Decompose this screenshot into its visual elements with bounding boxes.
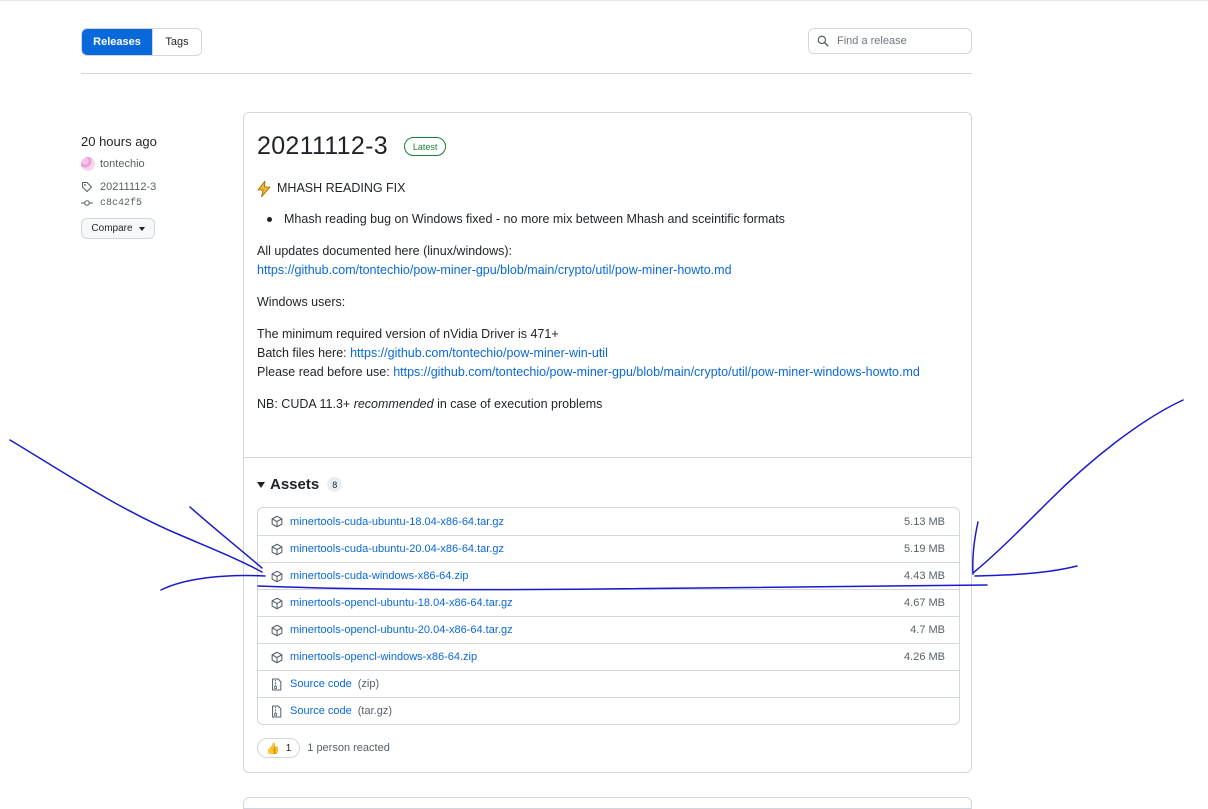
tag-row[interactable]: 20211112-3 bbox=[81, 180, 231, 194]
read-link[interactable]: https://github.com/tontechio/pow-miner-g… bbox=[393, 365, 920, 379]
release-card: 20211112-3 Latest MHASH READING FIX Mhas… bbox=[243, 112, 972, 773]
windows-paragraph: The minimum required version of nVidia D… bbox=[257, 325, 957, 382]
annotation-right-arrow-head-top bbox=[972, 521, 979, 575]
release-notes: MHASH READING FIX Mhash reading bug on W… bbox=[257, 179, 957, 414]
package-icon bbox=[271, 543, 283, 555]
batch-prefix: Batch files here: bbox=[257, 346, 351, 360]
nb-prefix: NB: CUDA 11.3+ bbox=[257, 397, 354, 411]
batch-link[interactable]: https://github.com/tontechio/pow-miner-w… bbox=[350, 346, 608, 360]
compare-button[interactable]: Compare bbox=[81, 218, 155, 239]
tag-name[interactable]: 20211112-3 bbox=[100, 181, 156, 193]
release-header: 20211112-3 Latest bbox=[257, 132, 447, 161]
asset-size: 4.67 MB bbox=[904, 597, 945, 609]
commit-icon bbox=[81, 200, 93, 206]
asset-row[interactable]: minertools-cuda-ubuntu-20.04-x86-64.tar.… bbox=[258, 535, 959, 562]
asset-size: 4.7 MB bbox=[910, 624, 945, 636]
reactions: 👍 1 1 person reacted bbox=[257, 738, 390, 758]
source-name[interactable]: Source code bbox=[290, 678, 352, 690]
nb-paragraph: NB: CUDA 11.3+ recommended in case of ex… bbox=[257, 395, 957, 414]
asset-name[interactable]: minertools-cuda-windows-x86-64.zip bbox=[290, 570, 469, 582]
asset-size: 5.13 MB bbox=[904, 515, 945, 528]
annotation-right-arrow-head-bottom bbox=[974, 565, 1078, 577]
asset-name[interactable]: minertools-cuda-ubuntu-18.04-x86-64.tar.… bbox=[290, 516, 504, 528]
source-type: (zip) bbox=[357, 678, 380, 690]
release-title[interactable]: 20211112-3 bbox=[257, 132, 388, 161]
latest-badge: Latest bbox=[403, 137, 447, 156]
package-icon bbox=[271, 570, 283, 582]
assets-list: minertools-cuda-ubuntu-18.04-x86-64.tar.… bbox=[257, 507, 960, 725]
source-type: (tar.gz) bbox=[357, 705, 392, 717]
assets-toggle[interactable]: Assets 8 bbox=[257, 476, 343, 493]
updates-text: All updates documented here (linux/windo… bbox=[257, 244, 512, 258]
file-zip-icon bbox=[272, 677, 282, 691]
asset-row[interactable]: minertools-opencl-windows-x86-64.zip 4.2… bbox=[258, 643, 959, 670]
windows-users-text: Windows users: bbox=[257, 295, 346, 309]
reaction-button[interactable]: 👍 1 bbox=[257, 738, 301, 758]
commit-hash[interactable]: c8c42f5 bbox=[100, 198, 142, 209]
assets-title: Assets bbox=[270, 476, 320, 493]
asset-size: 4.26 MB bbox=[904, 651, 945, 663]
release-meta: 20 hours ago tontechio 20211112-3 c8c42f… bbox=[81, 134, 231, 239]
asset-row[interactable]: minertools-opencl-ubuntu-20.04-x86-64.ta… bbox=[258, 616, 959, 643]
next-release-card bbox=[243, 797, 972, 809]
bullet-dot bbox=[267, 217, 272, 222]
assets-divider bbox=[244, 457, 971, 458]
asset-size: 4.43 MB bbox=[904, 570, 945, 582]
source-row[interactable]: Source code (tar.gz) bbox=[258, 697, 959, 724]
releases-tags-toggle: Releases Tags bbox=[81, 28, 202, 56]
bullet-text: Mhash reading bug on Windows fixed - no … bbox=[284, 212, 785, 226]
search-input[interactable] bbox=[835, 34, 959, 48]
nb-emphasis: recommended bbox=[353, 397, 434, 411]
releases-tab[interactable]: Releases bbox=[82, 29, 152, 55]
asset-row[interactable]: minertools-cuda-windows-x86-64.zip 4.43 … bbox=[258, 562, 959, 589]
asset-row[interactable]: minertools-cuda-ubuntu-18.04-x86-64.tar.… bbox=[258, 508, 959, 535]
commit-row[interactable]: c8c42f5 bbox=[81, 196, 231, 210]
fix-heading-row: MHASH READING FIX bbox=[257, 179, 957, 198]
reaction-summary: 1 person reacted bbox=[307, 742, 390, 754]
asset-name[interactable]: minertools-cuda-ubuntu-20.04-x86-64.tar.… bbox=[290, 543, 504, 555]
source-row[interactable]: Source code (zip) bbox=[258, 670, 959, 697]
chevron-down-icon bbox=[138, 226, 145, 231]
asset-name[interactable]: minertools-opencl-ubuntu-20.04-x86-64.ta… bbox=[290, 624, 513, 636]
bullet-item: Mhash reading bug on Windows fixed - no … bbox=[267, 210, 957, 229]
fix-heading: MHASH READING FIX bbox=[277, 181, 406, 195]
zap-icon bbox=[257, 180, 271, 197]
annotation-left-arrow-shaft bbox=[9, 439, 263, 573]
release-search[interactable] bbox=[808, 28, 972, 54]
triangle-down-icon bbox=[257, 481, 265, 488]
avatar bbox=[81, 157, 95, 171]
top-border bbox=[0, 0, 1208, 1]
asset-row[interactable]: minertools-opencl-ubuntu-18.04-x86-64.ta… bbox=[258, 589, 959, 616]
package-icon bbox=[271, 651, 283, 663]
nb-suffix: in case of execution problems bbox=[433, 397, 603, 411]
asset-size: 5.19 MB bbox=[904, 543, 945, 555]
author-name[interactable]: tontechio bbox=[100, 158, 145, 170]
header-divider bbox=[81, 73, 972, 74]
package-icon bbox=[271, 597, 283, 609]
author-row[interactable]: tontechio bbox=[81, 157, 231, 171]
source-name[interactable]: Source code bbox=[290, 705, 352, 717]
search-icon bbox=[817, 35, 829, 47]
release-time: 20 hours ago bbox=[81, 134, 157, 149]
package-icon bbox=[271, 624, 283, 636]
tag-icon bbox=[81, 181, 93, 193]
tags-tab[interactable]: Tags bbox=[152, 29, 201, 55]
file-zip-icon bbox=[272, 704, 282, 718]
updates-paragraph: All updates documented here (linux/windo… bbox=[257, 242, 957, 280]
updates-link[interactable]: https://github.com/tontechio/pow-miner-g… bbox=[257, 263, 732, 277]
asset-name[interactable]: minertools-opencl-windows-x86-64.zip bbox=[290, 651, 477, 663]
asset-name[interactable]: minertools-opencl-ubuntu-18.04-x86-64.ta… bbox=[290, 597, 513, 609]
min-driver-text: The minimum required version of nVidia D… bbox=[257, 327, 559, 341]
thumbs-up-icon: 👍 bbox=[266, 742, 280, 755]
assets-count: 8 bbox=[327, 477, 343, 492]
reaction-count: 1 bbox=[285, 742, 292, 754]
annotation-right-arrow-shaft bbox=[972, 399, 1184, 574]
read-prefix: Please read before use: bbox=[257, 365, 394, 379]
package-icon bbox=[271, 515, 283, 528]
compare-label: Compare bbox=[91, 223, 133, 234]
